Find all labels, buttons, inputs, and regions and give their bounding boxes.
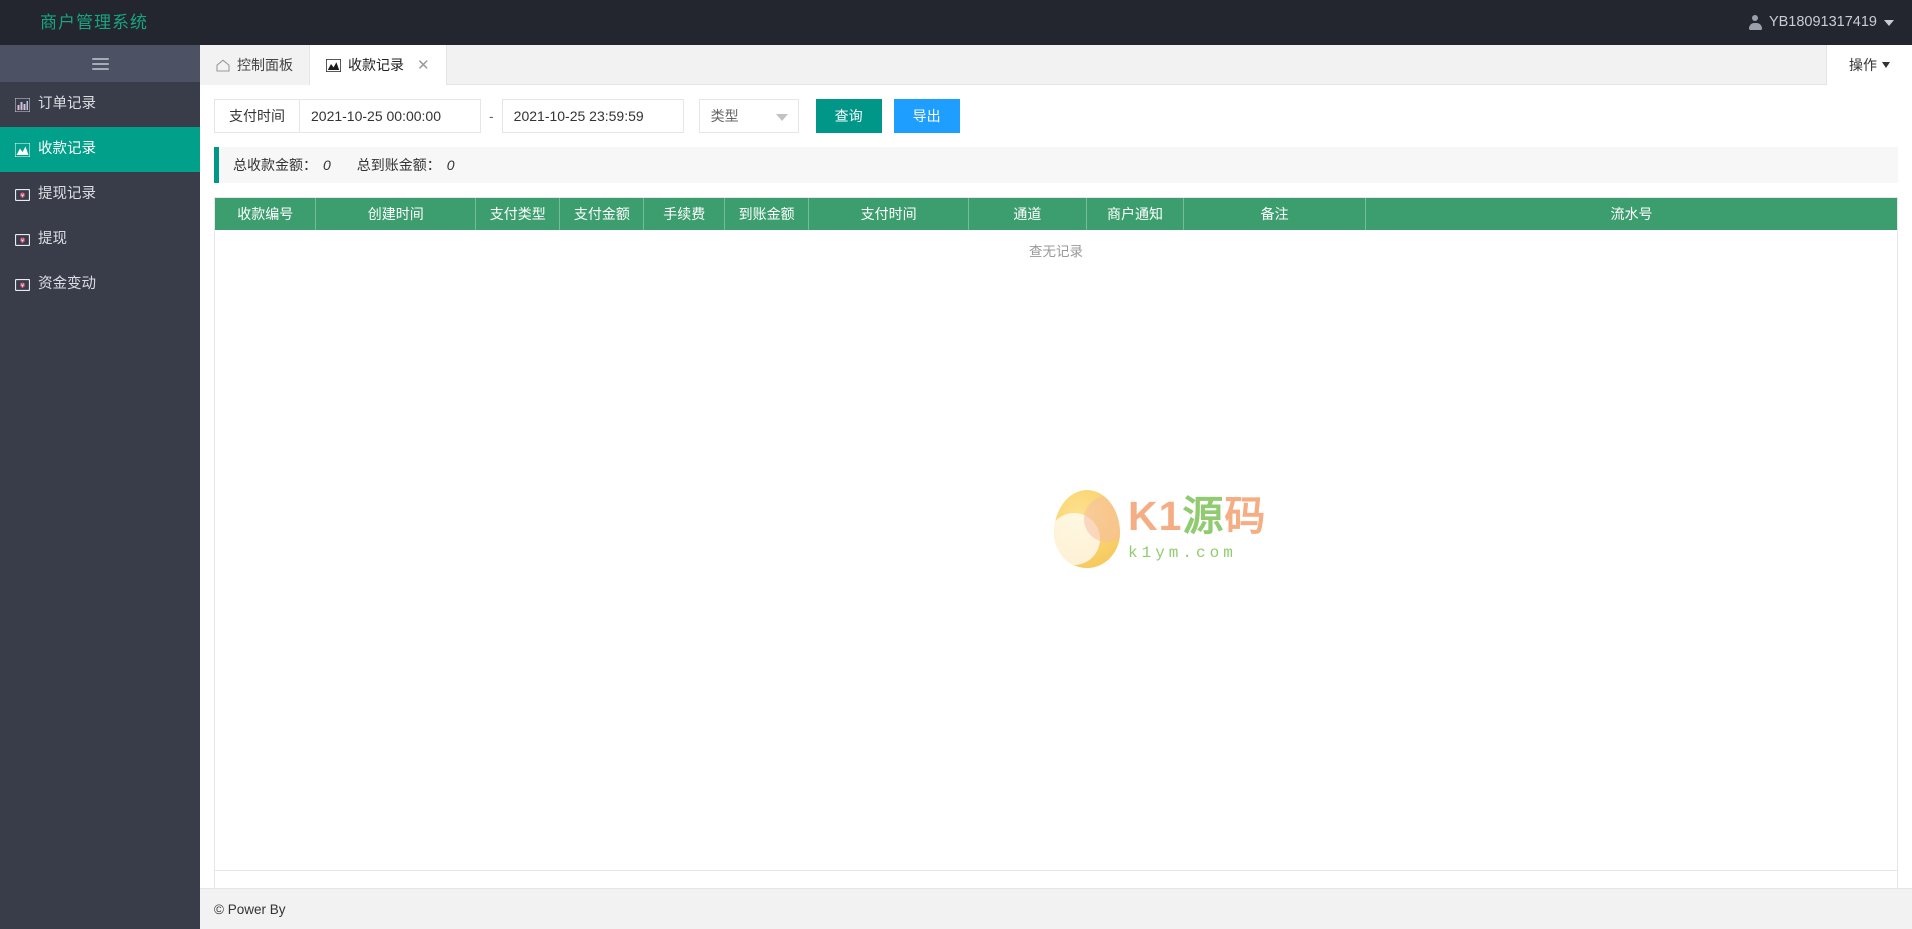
sidebar-item-label: 提现 — [38, 217, 67, 262]
sidebar-item-label: 收款记录 — [38, 127, 96, 172]
sidebar-item-fund-changes[interactable]: ¥ 资金变动 — [0, 262, 200, 307]
sidebar-item-withdraw-records[interactable]: ¥ 提现记录 — [0, 172, 200, 217]
sidebar-item-order-records[interactable]: 订单记录 — [0, 82, 200, 127]
user-menu[interactable]: YB18091317419 — [1749, 0, 1894, 45]
tab-actions-label: 操作 — [1849, 45, 1877, 85]
svg-text:¥: ¥ — [20, 283, 23, 289]
column-header[interactable]: 通道 — [968, 198, 1086, 230]
empty-state-row: 查无记录 — [215, 230, 1897, 270]
svg-text:¥: ¥ — [20, 193, 23, 199]
date-range-separator: - — [481, 99, 502, 133]
total-arrived: 总到账金额： 0 — [357, 155, 455, 175]
sidebar: 订单记录 收款记录 ¥ 提现记录 — [0, 45, 200, 929]
records-table-head: 收款编号 创建时间 支付类型 支付金额 手续费 到账金额 支付时间 通道 商户通… — [215, 198, 1897, 230]
hamburger-icon — [92, 55, 109, 73]
money-icon: ¥ — [14, 187, 30, 203]
empty-state-text: 查无记录 — [215, 230, 1897, 270]
type-select[interactable]: 类型 — [699, 99, 799, 133]
column-header[interactable]: 创建时间 — [316, 198, 476, 230]
date-range-label: 支付时间 — [214, 99, 299, 133]
total-received-value: 0 — [317, 157, 331, 173]
main-content: 支付时间 - 类型 查询 导出 总收款金额： 0 总到账金额： 0 — [200, 85, 1912, 929]
column-header[interactable]: 支付时间 — [809, 198, 969, 230]
tab-bar: 控制面板 收款记录 ✕ 操作 — [200, 45, 1912, 85]
sidebar-toggle-button[interactable] — [0, 45, 200, 82]
column-header[interactable]: 流水号 — [1365, 198, 1897, 230]
close-icon[interactable]: ✕ — [417, 58, 430, 73]
chevron-down-icon — [776, 114, 788, 121]
column-header[interactable]: 备注 — [1184, 198, 1366, 230]
tab-payment-records[interactable]: 收款记录 ✕ — [310, 45, 447, 85]
chevron-down-icon — [1884, 20, 1894, 26]
sidebar-item-label: 资金变动 — [38, 262, 96, 307]
records-table-wrapper: 收款编号 创建时间 支付类型 支付金额 手续费 到账金额 支付时间 通道 商户通… — [214, 197, 1898, 870]
money-icon: ¥ — [14, 232, 30, 248]
filter-toolbar: 支付时间 - 类型 查询 导出 — [200, 85, 1912, 147]
summary-bar: 总收款金额： 0 总到账金额： 0 — [214, 147, 1898, 183]
app-header: 商户管理系统 YB18091317419 — [0, 0, 1912, 45]
records-table: 收款编号 创建时间 支付类型 支付金额 手续费 到账金额 支付时间 通道 商户通… — [215, 198, 1897, 870]
home-icon — [216, 59, 230, 72]
user-name: YB18091317419 — [1769, 0, 1877, 45]
page-footer: © Power By — [200, 888, 1912, 929]
column-header[interactable]: 商户通知 — [1086, 198, 1184, 230]
records-table-body: 查无记录 — [215, 230, 1897, 870]
date-end-input[interactable] — [502, 99, 684, 133]
sidebar-item-withdraw[interactable]: ¥ 提现 — [0, 217, 200, 262]
column-header[interactable]: 手续费 — [644, 198, 725, 230]
money-icon: ¥ — [14, 277, 30, 293]
sidebar-item-label: 提现记录 — [38, 172, 96, 217]
total-received: 总收款金额： 0 — [233, 155, 331, 175]
tab-label: 控制面板 — [237, 46, 293, 85]
tab-label: 收款记录 — [348, 46, 404, 85]
export-button[interactable]: 导出 — [894, 99, 960, 133]
date-start-input[interactable] — [299, 99, 481, 133]
sidebar-item-label: 订单记录 — [38, 82, 96, 127]
column-header[interactable]: 支付金额 — [560, 198, 644, 230]
area-chart-icon — [14, 142, 30, 158]
tab-list: 控制面板 收款记录 ✕ — [200, 45, 1912, 85]
sidebar-nav: 订单记录 收款记录 ¥ 提现记录 — [0, 82, 200, 307]
content-panel: 支付时间 - 类型 查询 导出 总收款金额： 0 总到账金额： 0 — [200, 85, 1912, 888]
total-received-label: 总收款金额： — [233, 155, 317, 175]
date-range-group: 支付时间 — [214, 99, 481, 133]
area-chart-icon — [326, 59, 341, 72]
table-header-row: 收款编号 创建时间 支付类型 支付金额 手续费 到账金额 支付时间 通道 商户通… — [215, 198, 1897, 230]
table-spacer-row — [215, 270, 1897, 870]
query-button[interactable]: 查询 — [816, 99, 882, 133]
tab-dashboard[interactable]: 控制面板 — [200, 45, 310, 85]
total-arrived-value: 0 — [441, 157, 455, 173]
user-icon — [1749, 15, 1762, 30]
brand-title: 商户管理系统 — [40, 0, 148, 45]
svg-text:¥: ¥ — [20, 238, 23, 244]
bar-chart-icon — [14, 97, 30, 113]
column-header[interactable]: 收款编号 — [215, 198, 316, 230]
column-header[interactable]: 到账金额 — [725, 198, 809, 230]
chevron-down-icon — [1882, 62, 1890, 68]
tab-actions-menu[interactable]: 操作 — [1826, 45, 1912, 85]
sidebar-item-payment-records[interactable]: 收款记录 — [0, 127, 200, 172]
total-arrived-label: 总到账金额： — [357, 155, 441, 175]
column-header[interactable]: 支付类型 — [476, 198, 560, 230]
